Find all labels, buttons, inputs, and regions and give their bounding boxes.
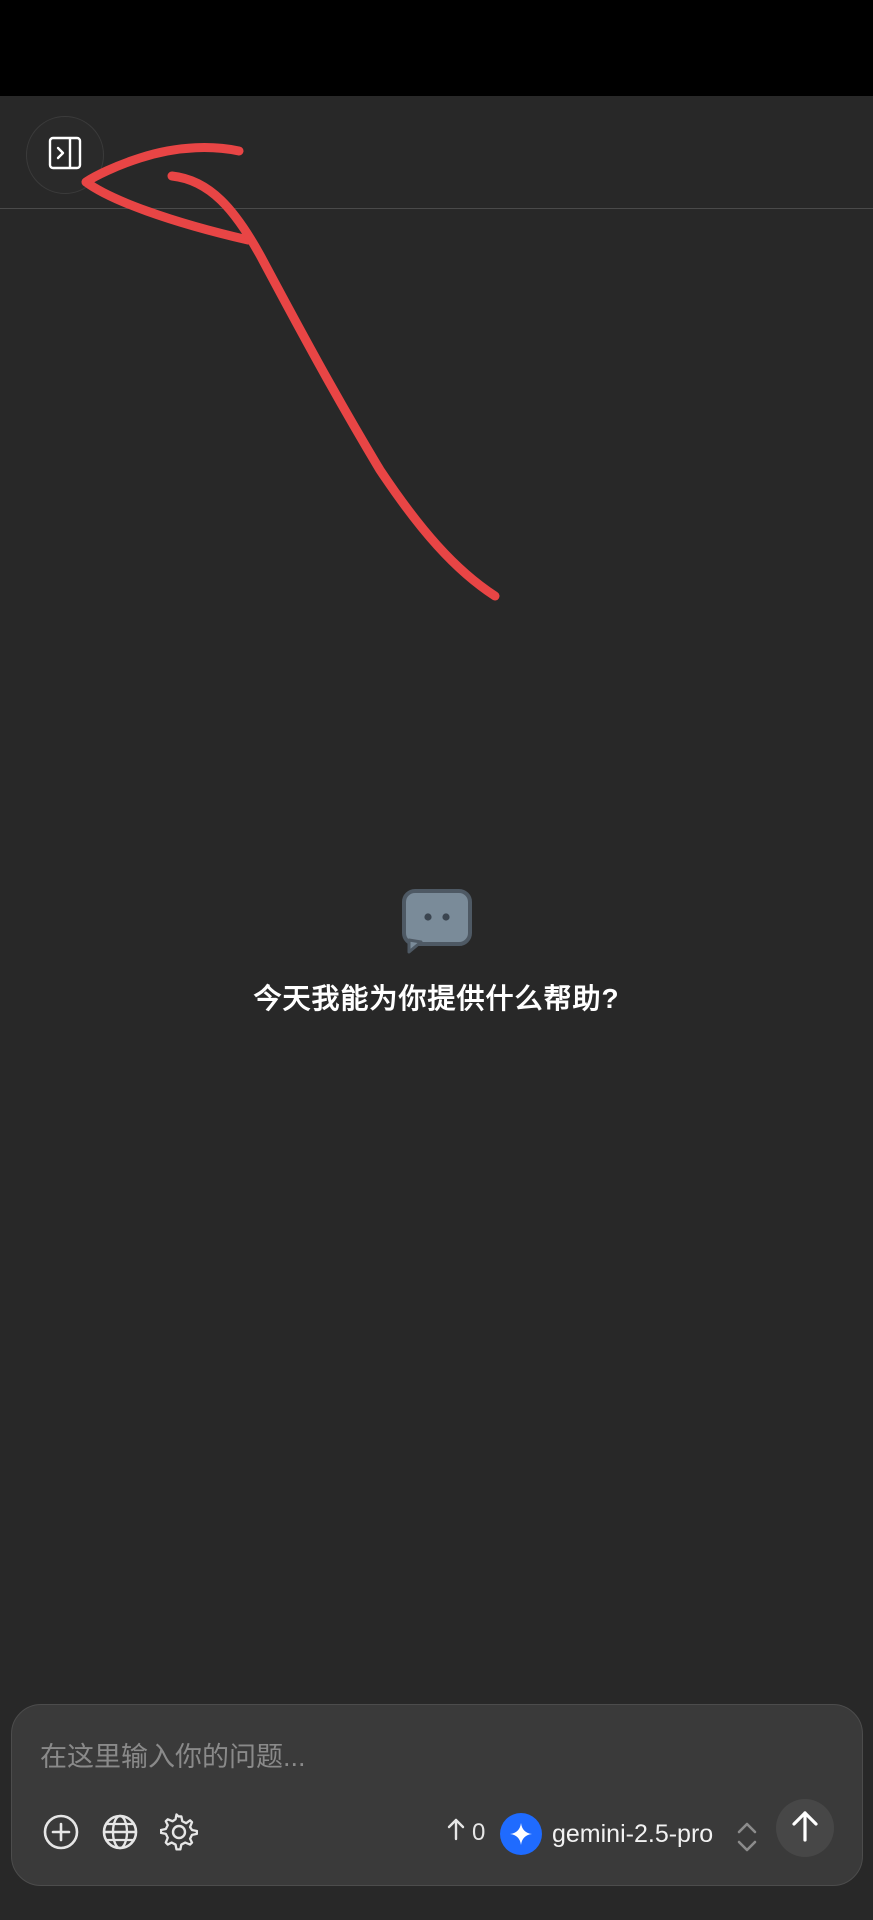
chevron-up-down-icon[interactable] xyxy=(732,1817,762,1857)
model-name: gemini-2.5-pro xyxy=(552,1819,714,1848)
composer: 0 gemini-2.5-pro xyxy=(11,1704,863,1886)
gemini-sparkle-icon xyxy=(500,1813,542,1855)
sidebar-expand-icon xyxy=(48,136,82,175)
chat-bubble-icon xyxy=(401,888,473,959)
top-bar xyxy=(0,96,873,209)
attach-button[interactable] xyxy=(40,1813,82,1855)
gear-icon xyxy=(159,1812,199,1856)
settings-button[interactable] xyxy=(158,1812,200,1856)
web-search-button[interactable] xyxy=(99,1813,141,1855)
sidebar-toggle-button[interactable] xyxy=(26,116,104,194)
token-count-value: 0 xyxy=(472,1818,486,1846)
status-bar xyxy=(0,0,873,96)
globe-icon xyxy=(101,1813,139,1856)
send-button[interactable] xyxy=(776,1799,834,1857)
token-count: 0 xyxy=(446,1817,485,1848)
welcome-message: 今天我能为你提供什么帮助? xyxy=(253,983,620,1014)
add-circle-icon xyxy=(42,1813,80,1856)
arrow-up-icon xyxy=(789,1809,821,1848)
model-selector[interactable]: gemini-2.5-pro xyxy=(500,1807,713,1861)
welcome-section: 今天我能为你提供什么帮助? xyxy=(0,888,873,1017)
arrow-up-small-icon xyxy=(446,1817,466,1848)
question-input[interactable] xyxy=(38,1731,822,1783)
